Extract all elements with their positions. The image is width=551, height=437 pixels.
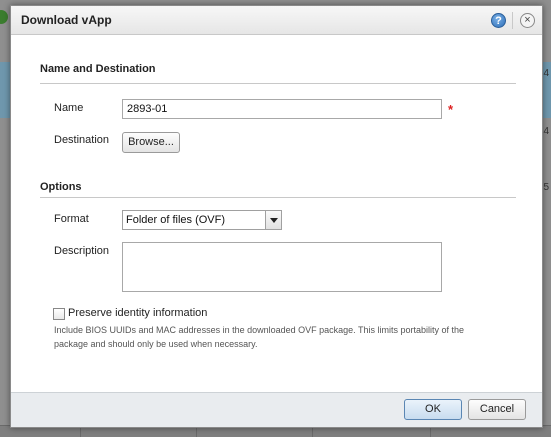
close-icon[interactable]: × — [520, 13, 535, 28]
description-label: Description — [54, 245, 110, 257]
background-cell-value: 4 — [543, 126, 549, 137]
help-icon[interactable]: ? — [491, 13, 506, 28]
required-marker: * — [448, 102, 454, 117]
cancel-button[interactable]: Cancel — [468, 399, 526, 420]
dialog-footer: OK Cancel — [11, 392, 542, 427]
format-dropdown-toggle[interactable] — [265, 211, 281, 229]
format-select[interactable]: Folder of files (OVF) — [122, 210, 282, 230]
browse-button[interactable]: Browse... — [122, 132, 180, 153]
section-divider — [40, 83, 516, 84]
preserve-identity-checkbox[interactable] — [53, 308, 65, 320]
download-vapp-dialog: Download vApp ? × Name and Destination N… — [10, 5, 543, 428]
description-textarea[interactable] — [122, 242, 442, 292]
dialog-titlebar: Download vApp ? × — [11, 6, 542, 35]
background-cell-value: 4 — [543, 68, 549, 79]
chevron-down-icon — [270, 218, 278, 223]
format-label: Format — [54, 213, 89, 225]
section-heading-name-destination: Name and Destination — [40, 63, 156, 75]
preserve-identity-label[interactable]: Preserve identity information — [68, 307, 207, 319]
section-heading-options: Options — [40, 181, 82, 193]
preserve-identity-help: Include BIOS UUIDs and MAC addresses in … — [54, 325, 465, 349]
name-label: Name — [54, 102, 84, 114]
dialog-title: Download vApp — [21, 13, 112, 27]
ok-button[interactable]: OK — [404, 399, 462, 420]
app-status-icon — [0, 10, 8, 24]
titlebar-divider — [512, 12, 513, 29]
destination-label: Destination — [54, 134, 110, 146]
background-cell-value: 5 — [543, 182, 549, 193]
name-input[interactable] — [122, 99, 442, 119]
format-selected-value: Folder of files (OVF) — [126, 214, 226, 226]
section-divider — [40, 197, 516, 198]
